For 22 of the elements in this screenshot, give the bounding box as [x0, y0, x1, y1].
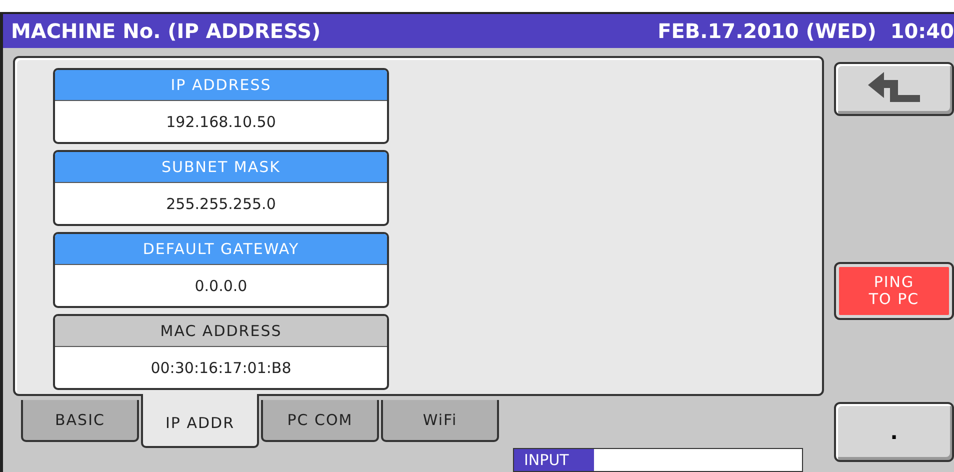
address-field[interactable]: DEFAULT GATEWAY 0.0.0.0	[53, 232, 389, 308]
input-label: INPUT	[514, 449, 594, 471]
address-field[interactable]: SUBNET MASK 255.255.255.0	[53, 150, 389, 226]
date-time: FEB.17.2010 (WED) 10:40	[658, 19, 954, 43]
field-value: 192.168.10.50	[165, 112, 277, 132]
field-value: 0.0.0.0	[194, 276, 248, 296]
tab[interactable]: IP ADDR	[141, 394, 259, 448]
field-label: IP ADDRESS	[55, 70, 387, 101]
tab[interactable]: PC COM	[261, 400, 379, 442]
dot-button[interactable]: .	[834, 402, 954, 462]
address-field[interactable]: MAC ADDRESS 00:30:16:17:01:B8	[53, 314, 389, 390]
tab[interactable]: BASIC	[21, 400, 139, 442]
field-label: SUBNET MASK	[55, 152, 387, 183]
field-value: 00:30:16:17:01:B8	[150, 358, 292, 378]
screen-title: MACHINE No. (IP ADDRESS)	[11, 19, 321, 43]
field-label: MAC ADDRESS	[55, 316, 387, 347]
field-label: DEFAULT GATEWAY	[55, 234, 387, 265]
tab[interactable]: WiFi	[381, 400, 499, 442]
back-button[interactable]	[834, 62, 954, 116]
input-field[interactable]: INPUT	[513, 448, 803, 472]
field-value: 255.255.255.0	[165, 194, 277, 214]
address-field[interactable]: IP ADDRESS 192.168.10.50	[53, 68, 389, 144]
